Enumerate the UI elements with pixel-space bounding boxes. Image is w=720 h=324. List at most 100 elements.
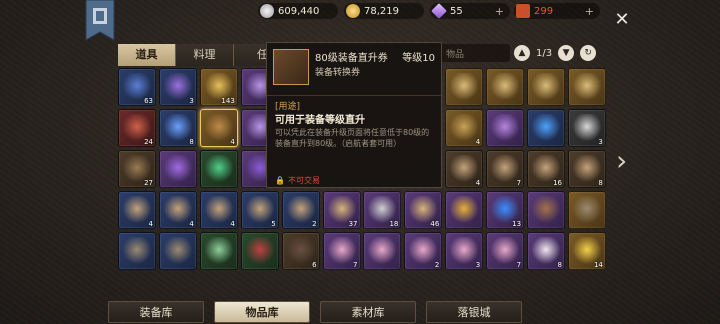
item-slot[interactable]: 3 bbox=[445, 232, 484, 270]
item-slot[interactable] bbox=[158, 150, 197, 188]
item-slot[interactable] bbox=[199, 232, 238, 270]
map-scroll-icon bbox=[532, 73, 560, 101]
item-slot[interactable]: 4 bbox=[199, 191, 238, 229]
item-slot[interactable]: 18 bbox=[363, 191, 402, 229]
tooltip-usage: 可用于装备等级直升 bbox=[275, 115, 365, 126]
item-slot[interactable] bbox=[527, 191, 565, 229]
item-slot[interactable] bbox=[445, 68, 484, 106]
item-count: 4 bbox=[230, 220, 235, 228]
add-gem-button[interactable]: + bbox=[495, 5, 504, 18]
item-slot[interactable]: 4 bbox=[199, 109, 238, 147]
green-gem-icon bbox=[204, 155, 233, 183]
item-count: 27 bbox=[144, 179, 153, 187]
close-button[interactable]: ✕ bbox=[612, 10, 632, 30]
item-count: 143 bbox=[221, 97, 235, 105]
treasure-map-icon bbox=[450, 155, 479, 183]
item-slot[interactable]: 2 bbox=[404, 232, 443, 270]
item-slot[interactable] bbox=[527, 68, 565, 106]
next-page-arrow-icon[interactable]: › bbox=[616, 146, 636, 176]
item-slot[interactable] bbox=[363, 232, 402, 270]
item-slot[interactable]: 7 bbox=[322, 232, 361, 270]
item-count: 6 bbox=[312, 261, 317, 269]
tab-items[interactable]: 道具 bbox=[118, 44, 176, 66]
item-slot[interactable]: 4 bbox=[445, 109, 484, 147]
item-slot[interactable]: 4 bbox=[445, 150, 484, 188]
tab-cooking[interactable]: 料理 bbox=[176, 44, 234, 66]
item-count: 8 bbox=[598, 179, 603, 187]
item-slot[interactable]: 24 bbox=[118, 109, 156, 147]
diamond-icon bbox=[431, 3, 447, 19]
tab-item-storage[interactable]: 物品库 bbox=[214, 301, 310, 323]
item-slot[interactable]: 37 bbox=[322, 191, 361, 229]
item-count: 3 bbox=[598, 138, 603, 146]
gold-value: 78,219 bbox=[364, 5, 399, 17]
item-slot[interactable]: 7 bbox=[486, 232, 525, 270]
item-slot[interactable] bbox=[486, 109, 525, 147]
item-slot[interactable] bbox=[199, 150, 238, 188]
item-slot[interactable]: 4 bbox=[118, 191, 156, 229]
tab-equipment-storage[interactable]: 装备库 bbox=[108, 301, 204, 323]
item-slot[interactable] bbox=[158, 232, 197, 270]
item-slot[interactable]: 14 bbox=[567, 232, 606, 270]
tab-material-storage[interactable]: 素材库 bbox=[320, 301, 416, 323]
item-slot[interactable] bbox=[567, 191, 606, 229]
item-slot[interactable]: 8 bbox=[527, 232, 565, 270]
item-slot[interactable] bbox=[445, 191, 484, 229]
item-slot[interactable] bbox=[118, 232, 156, 270]
gem-value: 55 bbox=[450, 5, 463, 17]
item-count: 13 bbox=[512, 220, 522, 228]
item-slot[interactable] bbox=[527, 109, 565, 147]
guild-banner-icon[interactable] bbox=[84, 0, 116, 46]
fishing-rod-icon bbox=[572, 196, 601, 224]
clam-icon bbox=[327, 237, 356, 265]
item-count: 2 bbox=[312, 220, 317, 228]
refresh-icon[interactable]: ↻ bbox=[580, 45, 597, 61]
page-down-button[interactable]: ▼ bbox=[558, 45, 575, 61]
worm-icon bbox=[245, 237, 274, 265]
sack-icon bbox=[532, 196, 560, 224]
treasure-map-icon bbox=[123, 196, 151, 224]
item-slot[interactable] bbox=[240, 232, 279, 270]
item-slot[interactable]: 2 bbox=[281, 191, 320, 229]
item-slot[interactable]: 4 bbox=[158, 191, 197, 229]
item-count: 2 bbox=[434, 261, 440, 269]
item-count: 46 bbox=[430, 220, 440, 228]
item-slot[interactable]: 143 bbox=[199, 68, 238, 106]
item-slot[interactable]: 3 bbox=[158, 68, 197, 106]
item-count: 7 bbox=[516, 261, 522, 269]
lock-icon: 🔒 bbox=[275, 176, 285, 185]
currency-bar: 609,440 78,219 55 + 299 + bbox=[252, 0, 604, 22]
map-scroll-icon bbox=[450, 73, 479, 101]
pouch-icon bbox=[491, 114, 520, 142]
item-slot[interactable]: 63 bbox=[118, 68, 156, 106]
item-slot[interactable]: 46 bbox=[404, 191, 443, 229]
item-slot[interactable]: 8 bbox=[567, 150, 606, 188]
item-slot[interactable]: 6 bbox=[281, 232, 320, 270]
clam-icon bbox=[450, 237, 479, 265]
gold-nugget-icon bbox=[450, 196, 479, 224]
item-slot[interactable]: 3 bbox=[567, 109, 606, 147]
item-slot[interactable]: 8 bbox=[158, 109, 197, 147]
item-slot[interactable]: 7 bbox=[486, 150, 525, 188]
item-slot[interactable]: 5 bbox=[240, 191, 279, 229]
item-slot[interactable] bbox=[486, 68, 525, 106]
item-count: 4 bbox=[230, 138, 235, 146]
item-slot[interactable] bbox=[567, 68, 606, 106]
pager: ▲ 1/3 ▼ ↻ bbox=[514, 44, 606, 62]
tooltip-divider bbox=[267, 95, 441, 96]
page-up-button[interactable]: ▲ bbox=[514, 45, 530, 61]
item-slot[interactable]: 16 bbox=[527, 150, 565, 188]
add-ticket-button[interactable]: + bbox=[585, 5, 594, 18]
item-count: 8 bbox=[189, 138, 194, 146]
item-count: 4 bbox=[189, 220, 194, 228]
trade-lock-label: 不可交易 bbox=[287, 176, 320, 185]
scroll-purple-icon bbox=[163, 73, 192, 101]
item-count: 4 bbox=[475, 138, 481, 146]
search-input[interactable]: 物品 bbox=[440, 44, 510, 62]
gold-coin-icon bbox=[346, 4, 360, 18]
item-slot[interactable]: 27 bbox=[118, 150, 156, 188]
equip-ticket-icon bbox=[204, 114, 233, 142]
tab-luoyin-city[interactable]: 落银城 bbox=[426, 301, 522, 323]
item-slot[interactable]: 13 bbox=[486, 191, 525, 229]
treasure-map-icon bbox=[491, 155, 520, 183]
